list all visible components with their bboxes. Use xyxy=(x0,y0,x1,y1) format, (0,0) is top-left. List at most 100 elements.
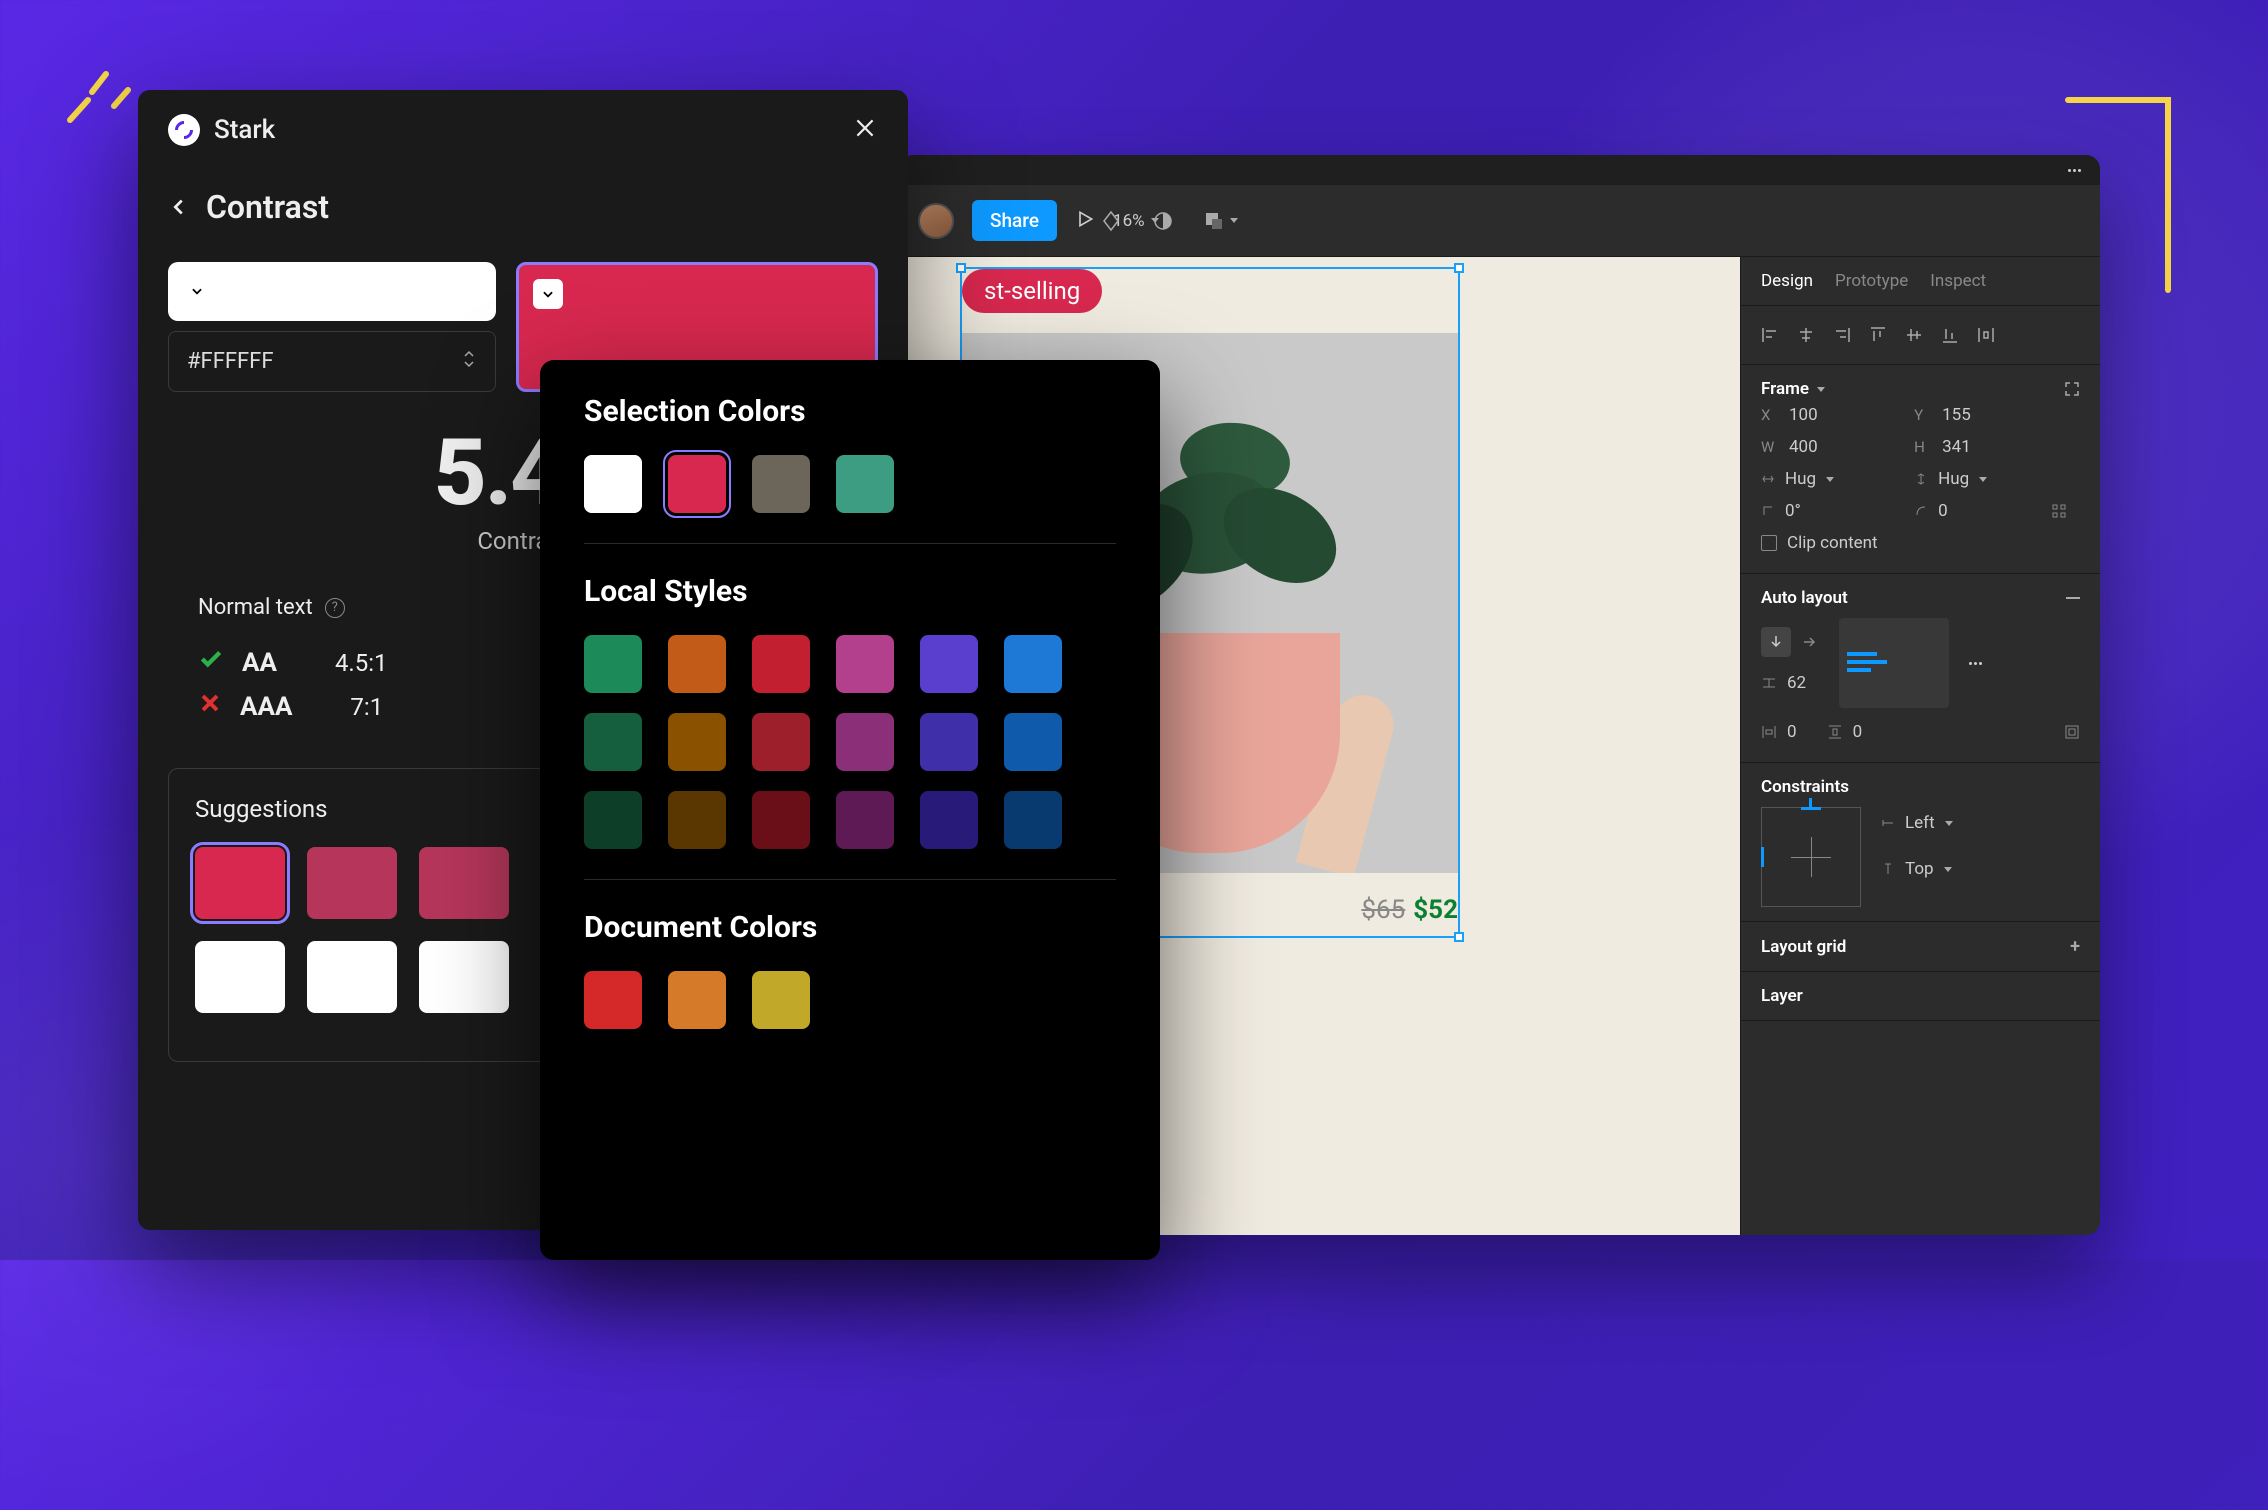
color-swatch[interactable] xyxy=(752,713,810,771)
suggestion-swatch[interactable] xyxy=(195,847,285,919)
suggestion-swatch[interactable] xyxy=(419,941,509,1013)
auto-layout-more-icon[interactable] xyxy=(1963,655,1987,671)
direction-horizontal-button[interactable] xyxy=(1795,627,1825,657)
suggestion-swatch[interactable] xyxy=(195,941,285,1013)
more-icon[interactable] xyxy=(2062,162,2086,178)
avatar[interactable] xyxy=(918,203,954,239)
color-swatch[interactable] xyxy=(836,455,894,513)
color-swatch[interactable] xyxy=(1004,791,1062,849)
color-swatch[interactable] xyxy=(920,635,978,693)
clip-content-row[interactable]: Clip content xyxy=(1761,527,2080,559)
clip-content-checkbox[interactable] xyxy=(1761,535,1777,551)
align-v-center-icon[interactable] xyxy=(1905,326,1923,344)
gap-icon xyxy=(1761,675,1777,691)
hex-input[interactable]: #FFFFFF xyxy=(168,331,496,392)
color-swatch[interactable] xyxy=(584,713,642,771)
radius-value[interactable]: 0 xyxy=(1938,501,1948,521)
figma-toolbar: Share 16% xyxy=(900,185,2100,257)
constraint-v-select[interactable]: Top xyxy=(1881,853,1953,885)
height-value[interactable]: 341 xyxy=(1942,437,1971,457)
hug-v-icon xyxy=(1914,472,1928,486)
hug-h-icon xyxy=(1761,472,1775,486)
info-icon[interactable]: ? xyxy=(325,598,345,618)
resize-v[interactable]: Hug xyxy=(1938,469,1969,489)
swatch-picker-icon[interactable] xyxy=(182,276,212,306)
independent-corners-icon[interactable] xyxy=(2051,503,2067,519)
color-swatch[interactable] xyxy=(752,791,810,849)
color-swatch[interactable] xyxy=(920,713,978,771)
radius-icon xyxy=(1914,504,1928,518)
tab-design[interactable]: Design xyxy=(1761,271,1813,291)
suggestion-swatch[interactable] xyxy=(419,847,509,919)
color-swatch[interactable] xyxy=(584,971,642,1029)
x-icon xyxy=(198,691,222,722)
align-bottom-icon[interactable] xyxy=(1941,326,1959,344)
align-left-icon[interactable] xyxy=(1761,326,1779,344)
direction-vertical-button[interactable] xyxy=(1761,627,1791,657)
color-swatch[interactable] xyxy=(668,635,726,693)
color-swatch[interactable] xyxy=(584,455,642,513)
present-button[interactable] xyxy=(1075,209,1095,233)
color-swatch[interactable] xyxy=(752,971,810,1029)
remove-autolayout-button[interactable] xyxy=(2066,597,2080,599)
color-picker-popover: Selection Colors Local Styles Document C… xyxy=(540,360,1160,1260)
width-value[interactable]: 400 xyxy=(1789,437,1818,457)
constraint-h-select[interactable]: Left xyxy=(1881,807,1953,839)
frame-section-header[interactable]: Frame xyxy=(1761,379,2080,399)
stepper-icon[interactable] xyxy=(461,349,477,375)
color-swatch[interactable] xyxy=(1004,635,1062,693)
color-swatch[interactable] xyxy=(920,791,978,849)
color-swatch[interactable] xyxy=(584,791,642,849)
color-swatch[interactable] xyxy=(836,713,894,771)
color-swatch[interactable] xyxy=(836,635,894,693)
suggestion-swatch[interactable] xyxy=(307,847,397,919)
tab-prototype[interactable]: Prototype xyxy=(1835,271,1908,291)
color-swatch[interactable] xyxy=(668,971,726,1029)
gap-value[interactable]: 62 xyxy=(1787,673,1806,693)
color-swatch[interactable] xyxy=(752,635,810,693)
back-icon[interactable] xyxy=(168,188,190,226)
component-icon[interactable] xyxy=(1100,210,1122,232)
align-h-center-icon[interactable] xyxy=(1797,326,1815,344)
rotation-value[interactable]: 0° xyxy=(1785,501,1801,521)
close-button[interactable] xyxy=(852,115,878,145)
breadcrumb[interactable]: Contrast xyxy=(138,170,908,244)
suggestion-swatch[interactable] xyxy=(307,941,397,1013)
color-swatch[interactable] xyxy=(584,635,642,693)
padding-h-value[interactable]: 0 xyxy=(1787,722,1797,742)
auto-layout-alignment-box[interactable] xyxy=(1839,618,1949,708)
foreground-swatch[interactable] xyxy=(168,262,496,321)
x-value[interactable]: 100 xyxy=(1789,405,1818,425)
figma-inspector-panel: Design Prototype Inspect Frame xyxy=(1740,257,2100,1235)
padding-v-value[interactable]: 0 xyxy=(1853,722,1863,742)
color-swatch[interactable] xyxy=(668,791,726,849)
add-layout-grid-button[interactable]: + xyxy=(2070,936,2080,957)
y-value[interactable]: 155 xyxy=(1942,405,1971,425)
color-swatch[interactable] xyxy=(668,455,726,513)
align-top-icon[interactable] xyxy=(1869,326,1887,344)
color-swatch[interactable] xyxy=(752,455,810,513)
distribute-icon[interactable] xyxy=(1977,326,1995,344)
selection-colors-title: Selection Colors xyxy=(584,394,1116,429)
local-styles-title: Local Styles xyxy=(584,574,1116,609)
color-swatch[interactable] xyxy=(836,791,894,849)
constraints-title: Constraints xyxy=(1761,777,1849,797)
swatch-picker-icon[interactable] xyxy=(533,279,563,309)
inspector-tabs: Design Prototype Inspect xyxy=(1741,257,2100,306)
boolean-ops-icon[interactable] xyxy=(1204,211,1238,231)
color-swatch[interactable] xyxy=(1004,713,1062,771)
share-button[interactable]: Share xyxy=(972,200,1057,241)
auto-layout-title: Auto layout xyxy=(1761,588,1848,608)
padding-h-icon xyxy=(1761,724,1777,740)
mask-icon[interactable] xyxy=(1152,210,1174,232)
independent-padding-icon[interactable] xyxy=(2064,724,2080,740)
layer-title: Layer xyxy=(1761,986,1803,1006)
align-right-icon[interactable] xyxy=(1833,326,1851,344)
resize-h[interactable]: Hug xyxy=(1785,469,1816,489)
best-selling-badge: st-selling xyxy=(962,269,1102,313)
constraints-diagram[interactable] xyxy=(1761,807,1861,907)
resize-to-fit-icon[interactable] xyxy=(2064,381,2080,397)
figma-titlebar xyxy=(900,155,2100,185)
tab-inspect[interactable]: Inspect xyxy=(1930,271,1986,291)
color-swatch[interactable] xyxy=(668,713,726,771)
